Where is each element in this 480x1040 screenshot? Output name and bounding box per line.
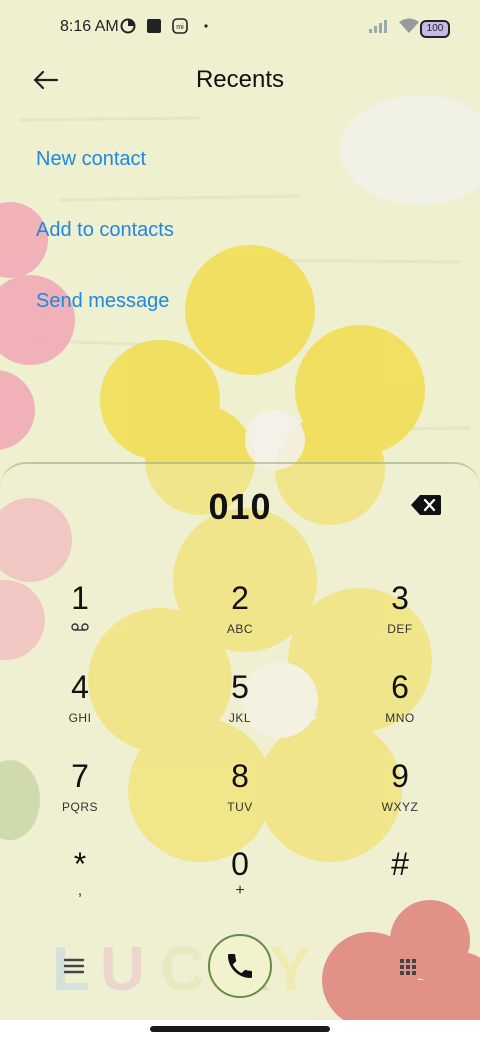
key-6[interactable]: 6 MNO: [340, 669, 460, 747]
dialpad-toggle-button[interactable]: [394, 953, 422, 981]
send-message-link[interactable]: Send message: [36, 290, 169, 313]
key-letters: JKL: [228, 711, 252, 725]
key-3[interactable]: 3 DEF: [340, 580, 460, 658]
key-letters: WXYZ: [381, 800, 419, 814]
dot-icon: [204, 24, 208, 28]
mi-icon: mi: [172, 18, 188, 34]
key-letters: TUV: [227, 800, 253, 814]
key-2[interactable]: 2 ABC: [180, 580, 300, 658]
dialpad-icon: [400, 959, 416, 975]
key-digit: 8: [231, 758, 249, 794]
key-8[interactable]: 8 TUV: [180, 758, 300, 836]
menu-button[interactable]: [60, 952, 88, 980]
phone-icon: [228, 954, 252, 978]
status-time: 8:16 AM: [60, 18, 119, 35]
key-letters: MNO: [385, 711, 415, 725]
status-icons-right: [368, 18, 420, 34]
backspace-icon: [411, 495, 441, 515]
key-digit: 4: [71, 669, 89, 705]
status-bar: 8:16 AM mi 100: [0, 0, 480, 56]
key-digit: 9: [391, 758, 409, 794]
key-star[interactable]: * ,: [20, 846, 140, 924]
key-digit: 3: [391, 580, 409, 616]
stop-square-icon: [147, 19, 161, 33]
key-digit: *: [73, 846, 87, 882]
key-letters: DEF: [387, 622, 413, 636]
new-contact-link[interactable]: New contact: [36, 148, 146, 171]
key-digit: 1: [71, 580, 89, 616]
menu-icon: [63, 958, 85, 974]
status-icons-left: mi: [120, 18, 214, 34]
key-5[interactable]: 5 JKL: [180, 669, 300, 747]
home-indicator[interactable]: [150, 1026, 330, 1032]
key-9[interactable]: 9 WXYZ: [340, 758, 460, 836]
page-title: Recents: [195, 66, 285, 93]
delete-button[interactable]: [410, 494, 442, 516]
key-letters: ABC: [226, 622, 254, 636]
key-letters: PQRS: [61, 800, 98, 814]
add-to-contacts-link[interactable]: Add to contacts: [36, 219, 174, 242]
key-hash[interactable]: #: [340, 846, 460, 924]
key-digit: 0: [231, 846, 249, 882]
key-0[interactable]: 0 +: [180, 846, 300, 924]
key-digit: 5: [231, 669, 249, 705]
call-button[interactable]: [208, 934, 272, 998]
key-digit: 6: [391, 669, 409, 705]
key-digit: #: [391, 846, 409, 882]
wifi-icon: [399, 18, 419, 33]
key-digit: 2: [231, 580, 249, 616]
key-symbol: ,: [77, 882, 83, 899]
dialed-number[interactable]: 010: [0, 486, 480, 528]
key-1[interactable]: 1: [20, 580, 140, 658]
signal-icon: [369, 20, 387, 33]
key-digit: 7: [71, 758, 89, 794]
svg-text:mi: mi: [176, 24, 184, 31]
battery-level: 100: [426, 23, 444, 34]
battery-icon: 100: [420, 20, 450, 38]
data-saver-icon: [120, 18, 136, 34]
key-letters: GHI: [68, 711, 92, 725]
voicemail-icon: [71, 623, 89, 631]
key-4[interactable]: 4 GHI: [20, 669, 140, 747]
key-symbol: +: [235, 882, 245, 899]
key-7[interactable]: 7 PQRS: [20, 758, 140, 836]
